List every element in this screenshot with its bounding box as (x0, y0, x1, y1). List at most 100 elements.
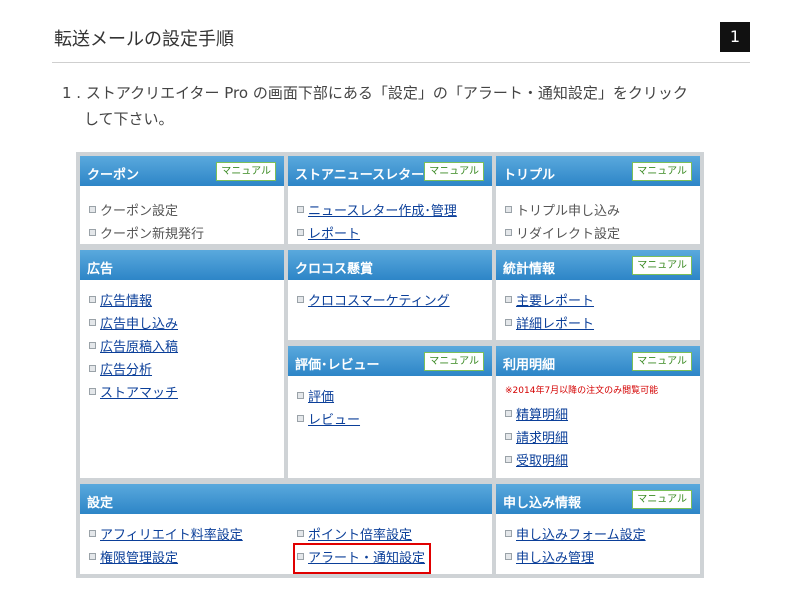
list-item[interactable]: クロコスマーケティング (297, 290, 450, 313)
bullet-icon (505, 410, 512, 417)
list-item[interactable]: 権限管理設定 (89, 547, 243, 570)
store-match-link[interactable]: ストアマッチ (100, 386, 178, 401)
ad-info-link[interactable]: 広告情報 (100, 294, 152, 309)
bullet-icon (297, 530, 304, 537)
list-item[interactable]: 詳細レポート (505, 313, 594, 336)
panel-title: 統計情報 (503, 262, 556, 277)
list-item[interactable]: 主要レポート (505, 290, 594, 313)
newsletter-create-link[interactable]: ニュースレター作成･管理 (308, 204, 457, 219)
page-title: 転送メールの設定手順 (54, 29, 234, 50)
list-item[interactable]: クーポン設定 (89, 200, 204, 223)
redirect-settings-link[interactable]: リダイレクト設定 (516, 227, 620, 242)
crocos-marketing-link[interactable]: クロコスマーケティング (308, 294, 450, 309)
application-form-link[interactable]: 申し込みフォーム設定 (516, 528, 646, 543)
bullet-icon (505, 206, 512, 213)
bullet-icon (297, 415, 304, 422)
panel-ad: 広告 広告情報 広告申し込み 広告原稿入稿 広告分析 ストアマッチ (80, 250, 284, 478)
panel-title: 申し込み情報 (503, 496, 582, 511)
receipt-detail-link[interactable]: 受取明細 (516, 454, 568, 469)
store-creator-menu: クーポン マニュアル クーポン設定 クーポン新規発行 ストアニュースレター マニ… (76, 152, 704, 578)
highlight-box (293, 543, 431, 574)
panel-header: クロコス懸賞 (288, 250, 492, 280)
detail-report-link[interactable]: 詳細レポート (516, 317, 594, 332)
bullet-icon (89, 530, 96, 537)
list-item[interactable]: 受取明細 (505, 450, 658, 473)
bullet-icon (89, 206, 96, 213)
list-item[interactable]: 請求明細 (505, 427, 658, 450)
manual-button[interactable]: マニュアル (216, 162, 276, 181)
step-instruction: 1 . ストアクリエイター Pro の画面下部にある「設定」の「アラート・通知設… (62, 80, 752, 132)
panel-application: 申し込み情報 マニュアル 申し込みフォーム設定 申し込み管理 (496, 484, 700, 574)
review-link[interactable]: レビュー (308, 413, 360, 428)
list-item[interactable]: ニュースレター作成･管理 (297, 200, 457, 223)
list-item[interactable]: 申し込みフォーム設定 (505, 524, 646, 547)
panel-header: 申し込み情報 マニュアル (496, 484, 700, 514)
affiliate-rate-link[interactable]: アフィリエイト料率設定 (100, 528, 243, 543)
list-item[interactable]: 申し込み管理 (505, 547, 646, 570)
bullet-icon (297, 392, 304, 399)
step-line-2: して下さい。 (84, 110, 174, 128)
triple-apply-link[interactable]: トリプル申し込み (516, 204, 620, 219)
point-rate-link[interactable]: ポイント倍率設定 (308, 528, 412, 543)
list-item[interactable]: レビュー (297, 409, 360, 432)
list-item[interactable]: クーポン新規発行 (89, 223, 204, 246)
list-item[interactable]: ストアマッチ (89, 382, 178, 405)
coupon-new-link[interactable]: クーポン新規発行 (100, 227, 204, 242)
bullet-icon (505, 553, 512, 560)
panel-stats: 統計情報 マニュアル 主要レポート 詳細レポート (496, 250, 700, 340)
panel-title: 設定 (87, 496, 114, 511)
list-item[interactable]: 広告原稿入稿 (89, 336, 178, 359)
list-item[interactable]: 広告申し込み (89, 313, 178, 336)
application-management-link[interactable]: 申し込み管理 (516, 551, 594, 566)
settlement-detail-link[interactable]: 精算明細 (516, 408, 568, 423)
bullet-icon (89, 342, 96, 349)
bullet-icon (89, 319, 96, 326)
panel-triple: トリプル マニュアル トリプル申し込み リダイレクト設定 (496, 156, 700, 244)
panel-usage: 利用明細 マニュアル ※2014年7月以降の注文のみ閲覧可能 精算明細 請求明細… (496, 346, 700, 478)
bullet-icon (505, 530, 512, 537)
panel-title: クロコス懸賞 (295, 262, 374, 277)
list-item[interactable]: アフィリエイト料率設定 (89, 524, 243, 547)
bullet-icon (505, 229, 512, 236)
permission-settings-link[interactable]: 権限管理設定 (100, 551, 178, 566)
newsletter-report-link[interactable]: レポート (308, 227, 360, 242)
ad-analysis-link[interactable]: 広告分析 (100, 363, 152, 378)
bullet-icon (297, 229, 304, 236)
panel-header: クーポン マニュアル (80, 156, 284, 186)
list-item[interactable]: リダイレクト設定 (505, 223, 620, 246)
bullet-icon (505, 433, 512, 440)
manual-button[interactable]: マニュアル (424, 352, 484, 371)
bullet-icon (89, 296, 96, 303)
coupon-settings-link[interactable]: クーポン設定 (100, 204, 178, 219)
bullet-icon (89, 229, 96, 236)
panel-title: 広告 (87, 262, 114, 277)
main-report-link[interactable]: 主要レポート (516, 294, 594, 309)
list-item[interactable]: 精算明細 (505, 404, 658, 427)
list-item[interactable]: 広告情報 (89, 290, 178, 313)
usage-note: ※2014年7月以降の注文のみ閲覧可能 (505, 386, 659, 396)
manual-button[interactable]: マニュアル (632, 256, 692, 275)
manual-button[interactable]: マニュアル (632, 490, 692, 509)
page-number-badge: 1 (720, 22, 750, 52)
manual-button[interactable]: マニュアル (424, 162, 484, 181)
rating-link[interactable]: 評価 (308, 390, 334, 405)
manual-button[interactable]: マニュアル (632, 162, 692, 181)
ad-manuscript-link[interactable]: 広告原稿入稿 (100, 340, 178, 355)
billing-detail-link[interactable]: 請求明細 (516, 431, 568, 446)
ad-apply-link[interactable]: 広告申し込み (100, 317, 178, 332)
step-line-1: 1 . ストアクリエイター Pro の画面下部にある「設定」の「アラート・通知設… (62, 84, 688, 102)
list-item[interactable]: トリプル申し込み (505, 200, 620, 223)
bullet-icon (89, 553, 96, 560)
bullet-icon (89, 388, 96, 395)
bullet-icon (297, 206, 304, 213)
panel-title: トリプル (503, 168, 556, 183)
panel-header: ストアニュースレター マニュアル (288, 156, 492, 186)
list-item[interactable]: 広告分析 (89, 359, 178, 382)
manual-button[interactable]: マニュアル (632, 352, 692, 371)
panel-header: トリプル マニュアル (496, 156, 700, 186)
panel-title: クーポン (87, 168, 140, 183)
list-item[interactable]: 評価 (297, 386, 360, 409)
panel-title: 利用明細 (503, 358, 556, 373)
panel-title: 評価･レビュー (295, 358, 380, 373)
list-item[interactable]: レポート (297, 223, 457, 246)
